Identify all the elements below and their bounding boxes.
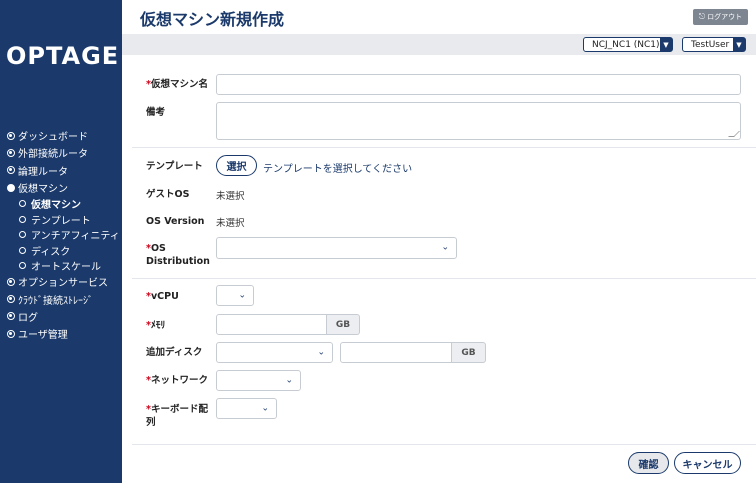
optage-logo: OPTAGE: [6, 42, 120, 70]
ring-icon: [19, 246, 26, 254]
chevron-down-icon: ▼: [660, 38, 672, 51]
chevron-down-icon: ⌄: [317, 347, 325, 357]
user-select[interactable]: TestUser ▼: [682, 37, 746, 52]
sidebar-item-label: ｸﾗｳﾄﾞ接続ｽﾄﾚｰｼﾞ: [18, 295, 93, 307]
divider: [132, 147, 756, 148]
memory-unit: GB: [327, 314, 360, 335]
sidebar-item-label: 仮想マシン: [18, 184, 68, 196]
sidebar-subitem-disk[interactable]: ディスク: [0, 242, 122, 258]
extra-disk-label: 追加ディスク: [146, 347, 203, 358]
sidebar-subitem-anti-affinity[interactable]: アンチアフィニティ: [0, 227, 122, 242]
zone-select-value: NCJ_NC1 (NC1): [592, 39, 660, 50]
cancel-button[interactable]: キャンセル: [674, 452, 741, 474]
sidebar-item-option-service[interactable]: オプションサービス: [0, 273, 122, 290]
page-title: 仮想マシン新規作成: [140, 10, 285, 29]
divider: [132, 278, 756, 279]
vcpu-label: *vCPU: [146, 291, 179, 302]
network-label: *ネットワーク: [146, 375, 208, 386]
ring-icon: [19, 261, 26, 269]
sidebar-subitem-autoscale[interactable]: オートスケール: [0, 258, 122, 273]
chevron-down-icon: ⌄: [441, 242, 449, 253]
divider: [132, 444, 756, 445]
sidebar-item-log[interactable]: ログ: [0, 308, 122, 325]
confirm-button[interactable]: 確認: [628, 452, 669, 474]
extra-disk-size-input[interactable]: [340, 342, 452, 363]
vm-name-input[interactable]: [216, 74, 741, 95]
sidebar-item-logical-router[interactable]: 論理ルータ: [0, 162, 122, 179]
ring-icon: [19, 200, 26, 208]
circle-arrow-icon: [7, 277, 15, 286]
chevron-down-icon: ▼: [733, 38, 745, 51]
extra-disk-unit: GB: [452, 342, 486, 363]
vm-name-label: *仮想マシン名: [146, 79, 208, 90]
resize-handle-icon[interactable]: [728, 131, 740, 137]
sidebar-item-label: ダッシュボード: [18, 132, 88, 144]
note-textarea[interactable]: [216, 102, 741, 140]
chevron-down-icon: ⌄: [238, 290, 246, 300]
circle-arrow-icon: [7, 166, 15, 175]
sidebar-subitem-label: オートスケール: [31, 261, 101, 273]
sidebar-item-label: 論理ルータ: [18, 166, 68, 178]
sidebar-item-user-management[interactable]: ユーザ管理: [0, 325, 122, 342]
sidebar-subitem-virtual-machine[interactable]: 仮想マシン: [0, 196, 122, 211]
os-distribution-select[interactable]: ⌄: [216, 237, 457, 259]
sidebar-item-cloud-storage[interactable]: ｸﾗｳﾄﾞ接続ｽﾄﾚｰｼﾞ: [0, 290, 122, 307]
sidebar-item-label: ユーザ管理: [18, 330, 68, 342]
memory-label: *ﾒﾓﾘ: [146, 320, 166, 331]
logout-button[interactable]: ⎋ ログアウト: [693, 9, 748, 25]
memory-input[interactable]: [216, 314, 327, 335]
os-version-value: 未選択: [216, 218, 245, 229]
sidebar-subitem-label: ディスク: [31, 246, 71, 258]
circle-arrow-icon: [7, 329, 15, 338]
template-label: テンプレート: [146, 161, 203, 172]
logout-icon: ⎋: [698, 12, 706, 21]
chevron-down-icon: ⌄: [261, 403, 269, 413]
circle-down-icon: [7, 183, 15, 192]
sidebar-item-label: 外部接続ルータ: [18, 149, 88, 161]
extra-disk-select[interactable]: ⌄: [216, 342, 333, 363]
sidebar-nav: ダッシュボード 外部接続ルータ 論理ルータ 仮想マシン 仮想マシン テンプレート…: [0, 127, 122, 342]
user-select-value: TestUser: [691, 39, 730, 50]
circle-arrow-icon: [7, 131, 15, 140]
sidebar-subitem-label: 仮想マシン: [31, 200, 81, 212]
sidebar-subitem-label: アンチアフィニティ: [31, 231, 120, 243]
sidebar-item-label: ログ: [18, 312, 38, 324]
sidebar-item-dashboard[interactable]: ダッシュボード: [0, 127, 122, 144]
zone-select[interactable]: NCJ_NC1 (NC1) ▼: [583, 37, 673, 52]
sidebar-item-external-router[interactable]: 外部接続ルータ: [0, 144, 122, 161]
keyboard-layout-label: *キーボード配列: [146, 404, 208, 428]
keyboard-layout-select[interactable]: ⌄: [216, 398, 277, 419]
sidebar-subitem-label: テンプレート: [31, 215, 91, 227]
sidebar-subitem-template[interactable]: テンプレート: [0, 212, 122, 227]
ring-icon: [19, 215, 26, 223]
template-select-button[interactable]: 選択: [216, 155, 257, 176]
template-hint: テンプレートを選択してください: [263, 164, 413, 175]
guest-os-value: 未選択: [216, 191, 245, 202]
network-select[interactable]: ⌄: [216, 370, 301, 391]
guest-os-label: ゲストOS: [146, 189, 190, 200]
chevron-down-icon: ⌄: [285, 375, 293, 385]
vcpu-select[interactable]: ⌄: [216, 285, 254, 306]
note-label: 備考: [146, 107, 166, 118]
os-distribution-label: *OS Distribution: [146, 243, 210, 267]
sidebar-item-virtual-machine[interactable]: 仮想マシン: [0, 179, 122, 196]
sidebar-item-label: オプションサービス: [18, 278, 108, 290]
ring-icon: [19, 231, 26, 239]
os-version-label: OS Version: [146, 216, 205, 227]
logout-label: ログアウト: [707, 13, 743, 21]
circle-arrow-icon: [7, 148, 15, 157]
circle-arrow-icon: [7, 295, 15, 304]
sidebar: OPTAGE ダッシュボード 外部接続ルータ 論理ルータ 仮想マシン 仮想マシン…: [0, 0, 122, 483]
circle-arrow-icon: [7, 312, 15, 321]
